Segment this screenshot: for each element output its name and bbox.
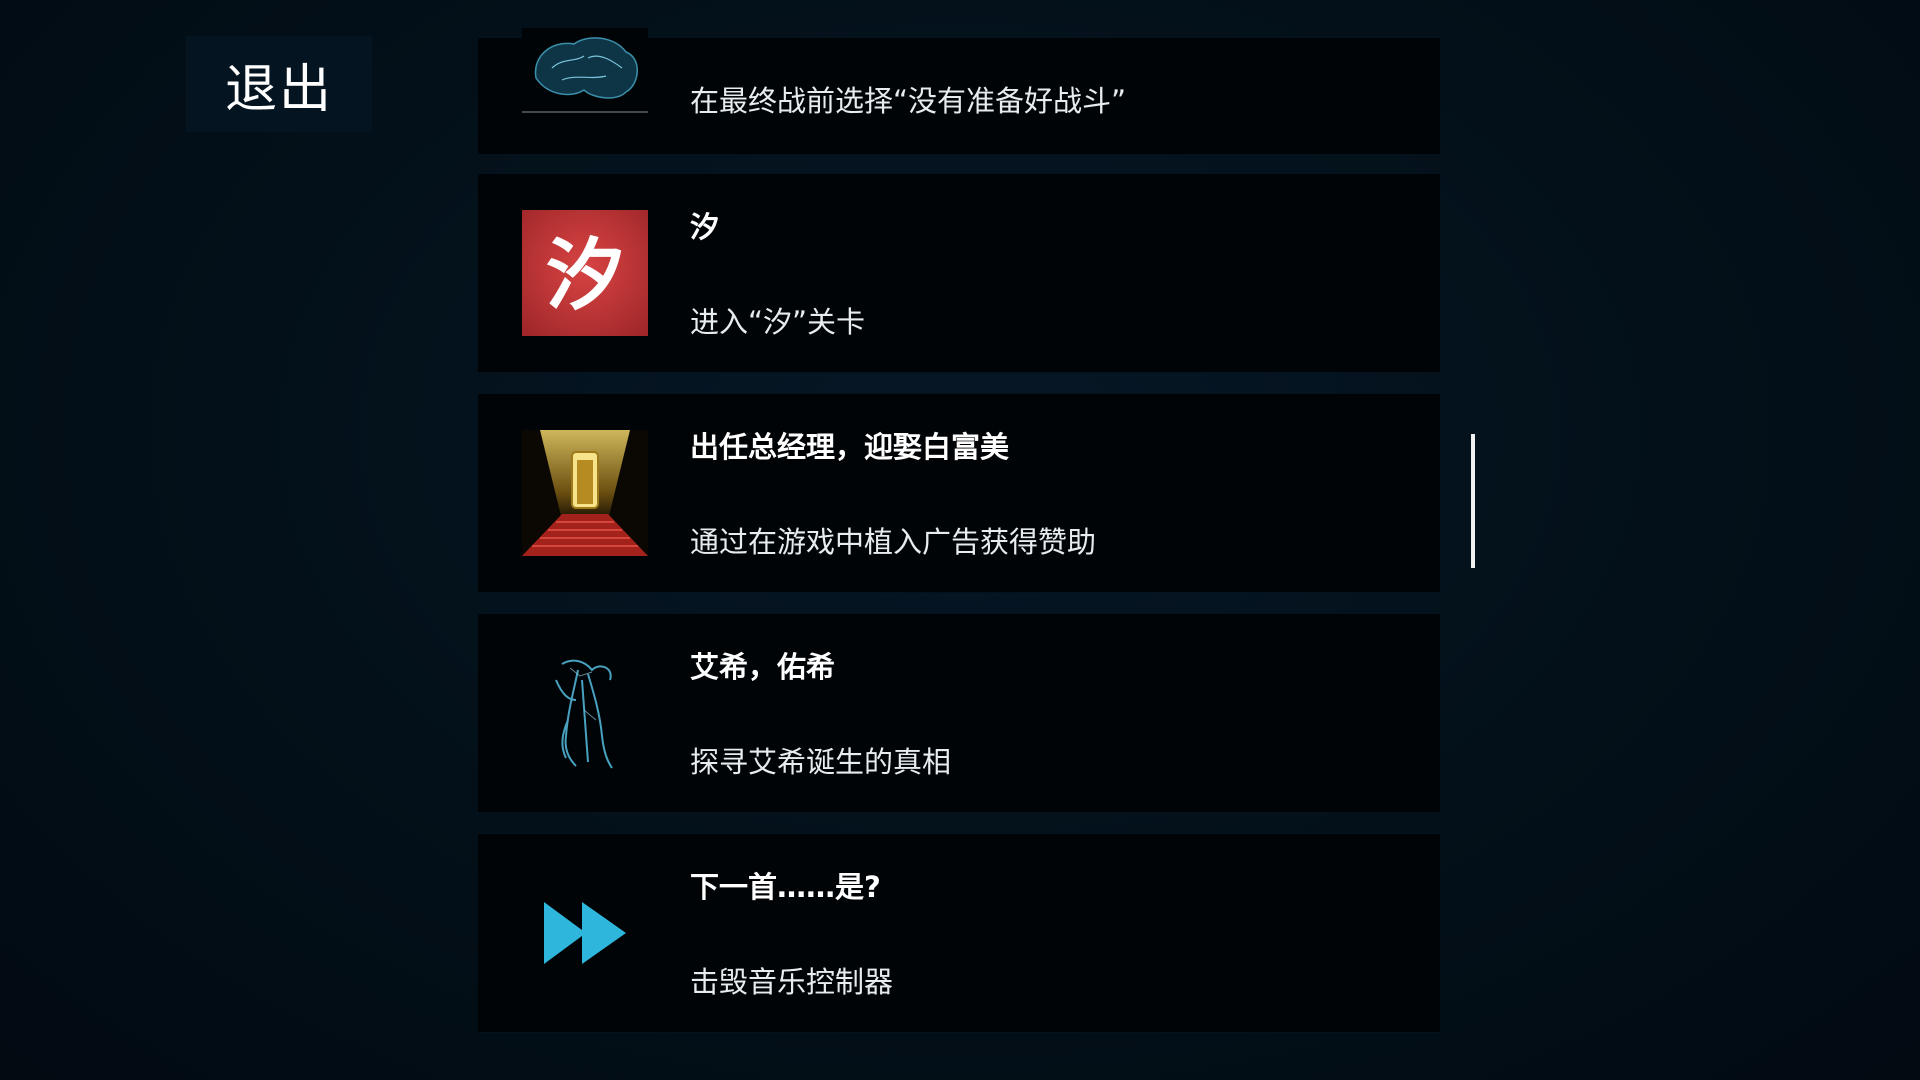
achievement-list[interactable]: 在最终战前选择“没有准备好战斗” 汐 汐 进入“汐”关卡 出任总经理，迎娶白富美… [478, 0, 1440, 1080]
achievement-description: 通过在游戏中植入广告获得赞助 [690, 525, 1097, 559]
achievement-title: 汐 [690, 210, 720, 244]
exit-button[interactable]: 退出 [186, 36, 372, 132]
svg-text:汐: 汐 [546, 230, 624, 321]
achievement-description: 探寻艾希诞生的真相 [690, 745, 952, 779]
achievement-card[interactable]: 下一首……是? 击毁音乐控制器 [478, 834, 1440, 1032]
achievement-title: 下一首……是? [690, 870, 881, 904]
brain-hologram-icon [522, 28, 648, 114]
golden-doorway-red-stairs-icon [522, 430, 648, 556]
fast-forward-icon [522, 870, 648, 996]
scrollbar[interactable] [1471, 434, 1475, 568]
achievement-title: 出任总经理，迎娶白富美 [690, 430, 1010, 464]
achievement-card[interactable]: 艾希，佑希 探寻艾希诞生的真相 [478, 614, 1440, 812]
achievement-description: 击毁音乐控制器 [690, 965, 894, 999]
achievement-description: 进入“汐”关卡 [690, 305, 866, 339]
achievement-card[interactable]: 在最终战前选择“没有准备好战斗” [478, 28, 1440, 154]
achievement-card[interactable]: 汐 汐 进入“汐”关卡 [478, 174, 1440, 372]
hologram-figure-icon [522, 650, 648, 776]
achievement-description: 在最终战前选择“没有准备好战斗” [690, 84, 1127, 118]
achievement-card[interactable]: 出任总经理，迎娶白富美 通过在游戏中植入广告获得赞助 [478, 394, 1440, 592]
achievement-title: 艾希，佑希 [690, 650, 836, 684]
xi-character-icon: 汐 [522, 210, 648, 336]
achievements-screen: 退出 在最终战前选择“没有准备好战斗” 汐 汐 进入“汐”关卡 出任总经理，迎娶… [0, 0, 1920, 1080]
